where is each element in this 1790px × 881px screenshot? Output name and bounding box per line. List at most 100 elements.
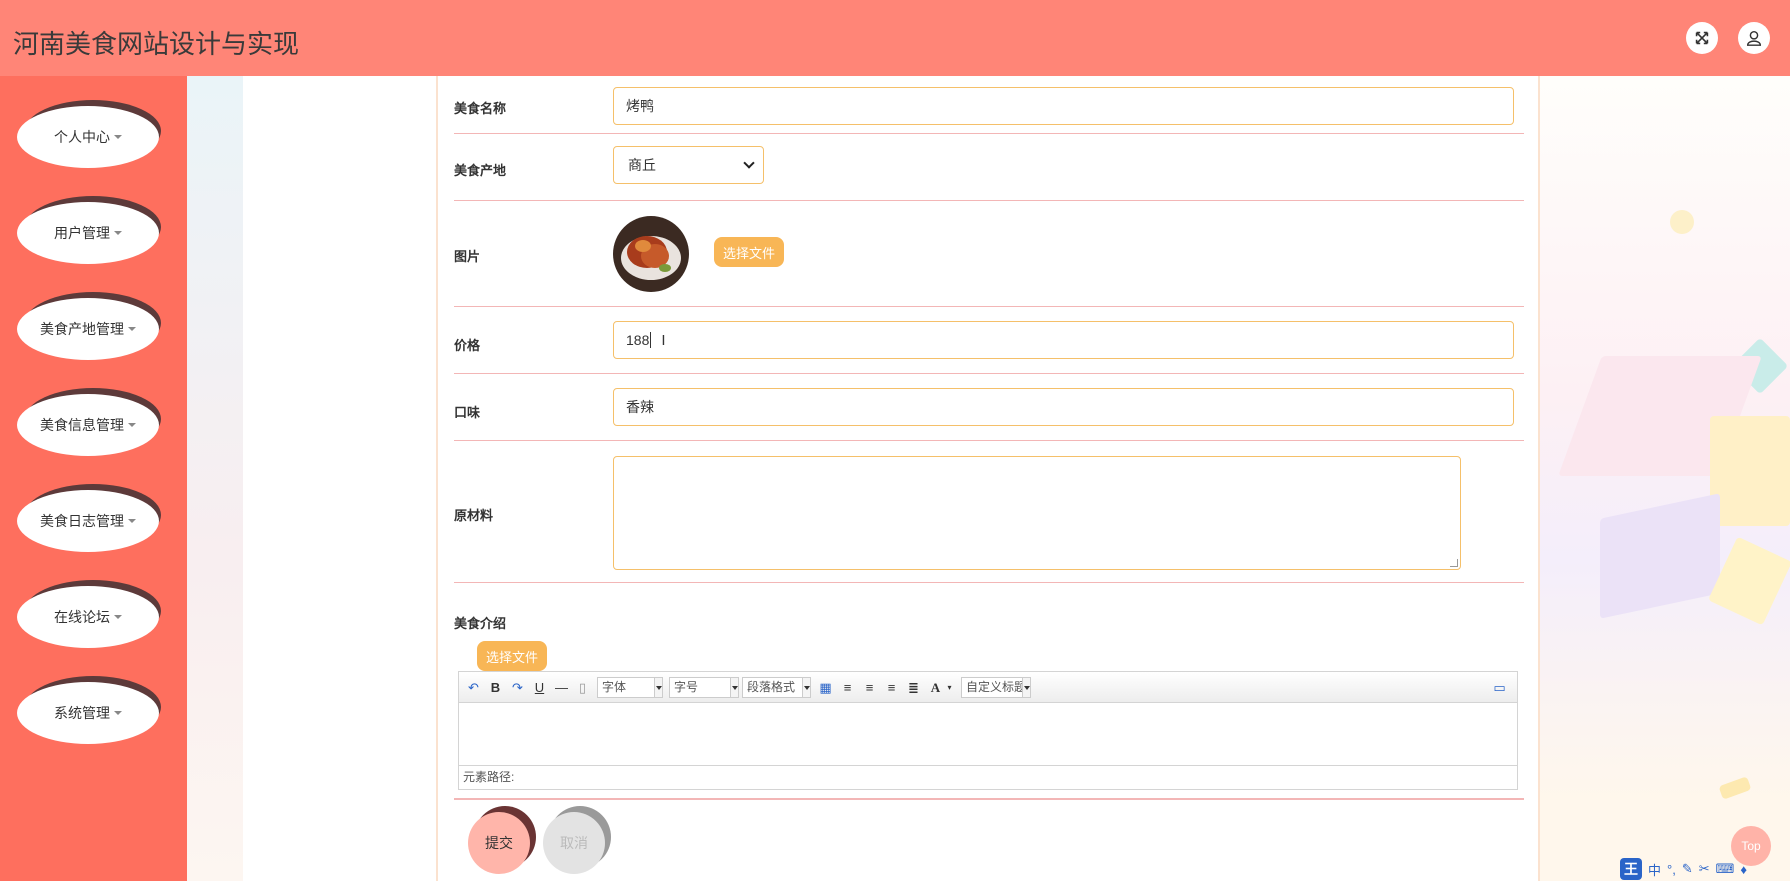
background-decoration-right [1540,76,1790,881]
redo-icon[interactable]: ↷ [509,679,526,696]
background-decoration-left [187,76,243,881]
sidebar-item-label: 美食信息管理 [40,417,124,433]
field-label: 原材料 [454,508,494,523]
food-name-input[interactable]: 烤鸭 [613,87,1514,125]
scissors-icon[interactable]: ✂ [1699,861,1710,877]
resize-handle-icon[interactable] [1450,559,1458,567]
align-justify-icon[interactable]: ≣ [905,679,922,696]
decorative-shape [1600,493,1720,619]
sidebar-item-user-management[interactable]: 用户管理 [17,196,161,264]
select-value: 商丘 [628,157,656,173]
preview-icon[interactable]: ▭ [1491,679,1508,696]
decorative-dot [1670,210,1694,234]
sidebar-item-label: 用户管理 [54,225,110,241]
ime-logo-icon[interactable]: 王 [1620,858,1642,880]
form-row-ingredients: 原材料 [454,441,1524,583]
user-profile-button[interactable] [1738,22,1770,54]
expand-icon [1695,31,1709,45]
undo-icon[interactable]: ↶ [465,679,482,696]
bold-icon[interactable]: B [487,679,504,696]
caret-down-icon [114,615,122,619]
form-row-name: 美食名称 烤鸭 [454,76,1524,134]
taste-input[interactable]: 香辣 [613,388,1514,426]
decorative-shape [1710,416,1790,526]
custom-title-label: 自定义标题 [966,680,1027,694]
submit-button[interactable]: 提交 [468,806,536,876]
ibeam-cursor-icon: I [661,331,666,349]
field-label: 价格 [454,338,481,353]
caret-down-icon [114,711,122,715]
form-row-image: 图片 选择文件 [454,201,1524,307]
form-row-origin: 美食产地 商丘 [454,134,1524,201]
user-icon [1746,30,1762,46]
decorative-shape [1718,776,1752,800]
field-label: 美食介绍 [454,616,507,631]
sidebar-item-forum[interactable]: 在线论坛 [17,580,161,648]
form-row-taste: 口味 香辣 [454,374,1524,441]
chevron-down-icon [743,157,755,169]
table-icon[interactable]: ▦ [817,679,834,696]
sidebar-item-label: 系统管理 [54,705,110,721]
food-origin-select[interactable]: 商丘 [613,146,764,184]
field-label: 美食产地 [454,163,507,178]
rich-text-editor: ↶ B ↷ U — ▯ 字体 字号 段落格式 ▦ ≡ ≡ ≡ ≣ A ▾ 自定义… [458,671,1518,790]
food-edit-form: 美食名称 烤鸭 美食产地 商丘 图片 选择文件 价格 188 I 口味 香辣 原… [436,76,1540,881]
paragraph-format-label: 段落格式 [747,680,796,694]
choose-image-file-button[interactable]: 选择文件 [714,237,785,267]
submit-label: 提交 [468,812,530,874]
sidebar-item-personal-center[interactable]: 个人中心 [17,100,161,168]
cancel-button[interactable]: 取消 [543,806,611,876]
sidebar-item-food-info-management[interactable]: 美食信息管理 [17,388,161,456]
editor-content-area[interactable] [459,703,1517,766]
roast-duck-image [613,216,689,292]
caret-down-icon [114,231,122,235]
choose-intro-file-button[interactable]: 选择文件 [477,641,548,671]
sidebar-item-label: 美食产地管理 [40,321,124,337]
price-input[interactable]: 188 I [613,321,1514,359]
skin-icon[interactable]: ♦ [1740,862,1747,877]
price-value: 188 [626,332,650,348]
form-row-price: 价格 188 I [454,307,1524,374]
food-image-thumbnail [613,216,689,292]
dropdown-arrow-icon [730,678,738,697]
cancel-label: 取消 [543,812,605,874]
editor-toolbar: ↶ B ↷ U — ▯ 字体 字号 段落格式 ▦ ≡ ≡ ≡ ≣ A ▾ 自定义… [459,672,1517,703]
dropdown-arrow-icon [802,678,810,697]
caret-down-icon [114,135,122,139]
field-label: 口味 [454,405,481,420]
field-label: 图片 [454,249,481,264]
caret-down-icon [128,519,136,523]
sidebar-item-food-log-management[interactable]: 美食日志管理 [17,484,161,552]
paragraph-format-select[interactable]: 段落格式 [742,677,811,698]
punctuation-icon[interactable]: °, [1667,862,1676,877]
sidebar-item-system-management[interactable]: 系统管理 [17,676,161,744]
font-size-select[interactable]: 字号 [669,677,739,698]
align-right-icon[interactable]: ≡ [861,679,878,696]
custom-title-select[interactable]: 自定义标题 [961,677,1031,698]
horizontal-rule-icon[interactable]: — [553,679,570,696]
fullscreen-button[interactable] [1686,22,1718,54]
dropdown-arrow-icon [654,678,662,697]
font-color-dropdown-icon[interactable]: ▾ [941,679,958,696]
form-divider [454,799,1524,800]
ingredients-textarea[interactable] [613,456,1461,570]
field-label: 美食名称 [454,101,507,116]
sidebar-item-label: 美食日志管理 [40,513,124,529]
ime-toolbar: 王 中 °, ✎ ✂ ⌨ ♦ [1620,857,1747,881]
decorative-shape [1708,536,1790,626]
sidebar-item-label: 个人中心 [54,129,110,145]
sidebar-item-origin-management[interactable]: 美食产地管理 [17,292,161,360]
element-path-bar: 元素路径: [459,765,1517,789]
app-title: 河南美食网站设计与实现 [13,29,300,59]
caret-down-icon [128,423,136,427]
underline-icon[interactable]: U [531,679,548,696]
pen-icon[interactable]: ✎ [1682,861,1693,877]
align-center-icon[interactable]: ≡ [883,679,900,696]
ime-mode-label[interactable]: 中 [1648,860,1661,879]
font-size-label: 字号 [674,680,699,694]
font-family-select[interactable]: 字体 [597,677,663,698]
keyboard-icon[interactable]: ⌨ [1716,861,1735,877]
text-cursor [650,332,652,348]
align-left-icon[interactable]: ≡ [839,679,856,696]
paste-plain-icon[interactable]: ▯ [574,679,591,696]
